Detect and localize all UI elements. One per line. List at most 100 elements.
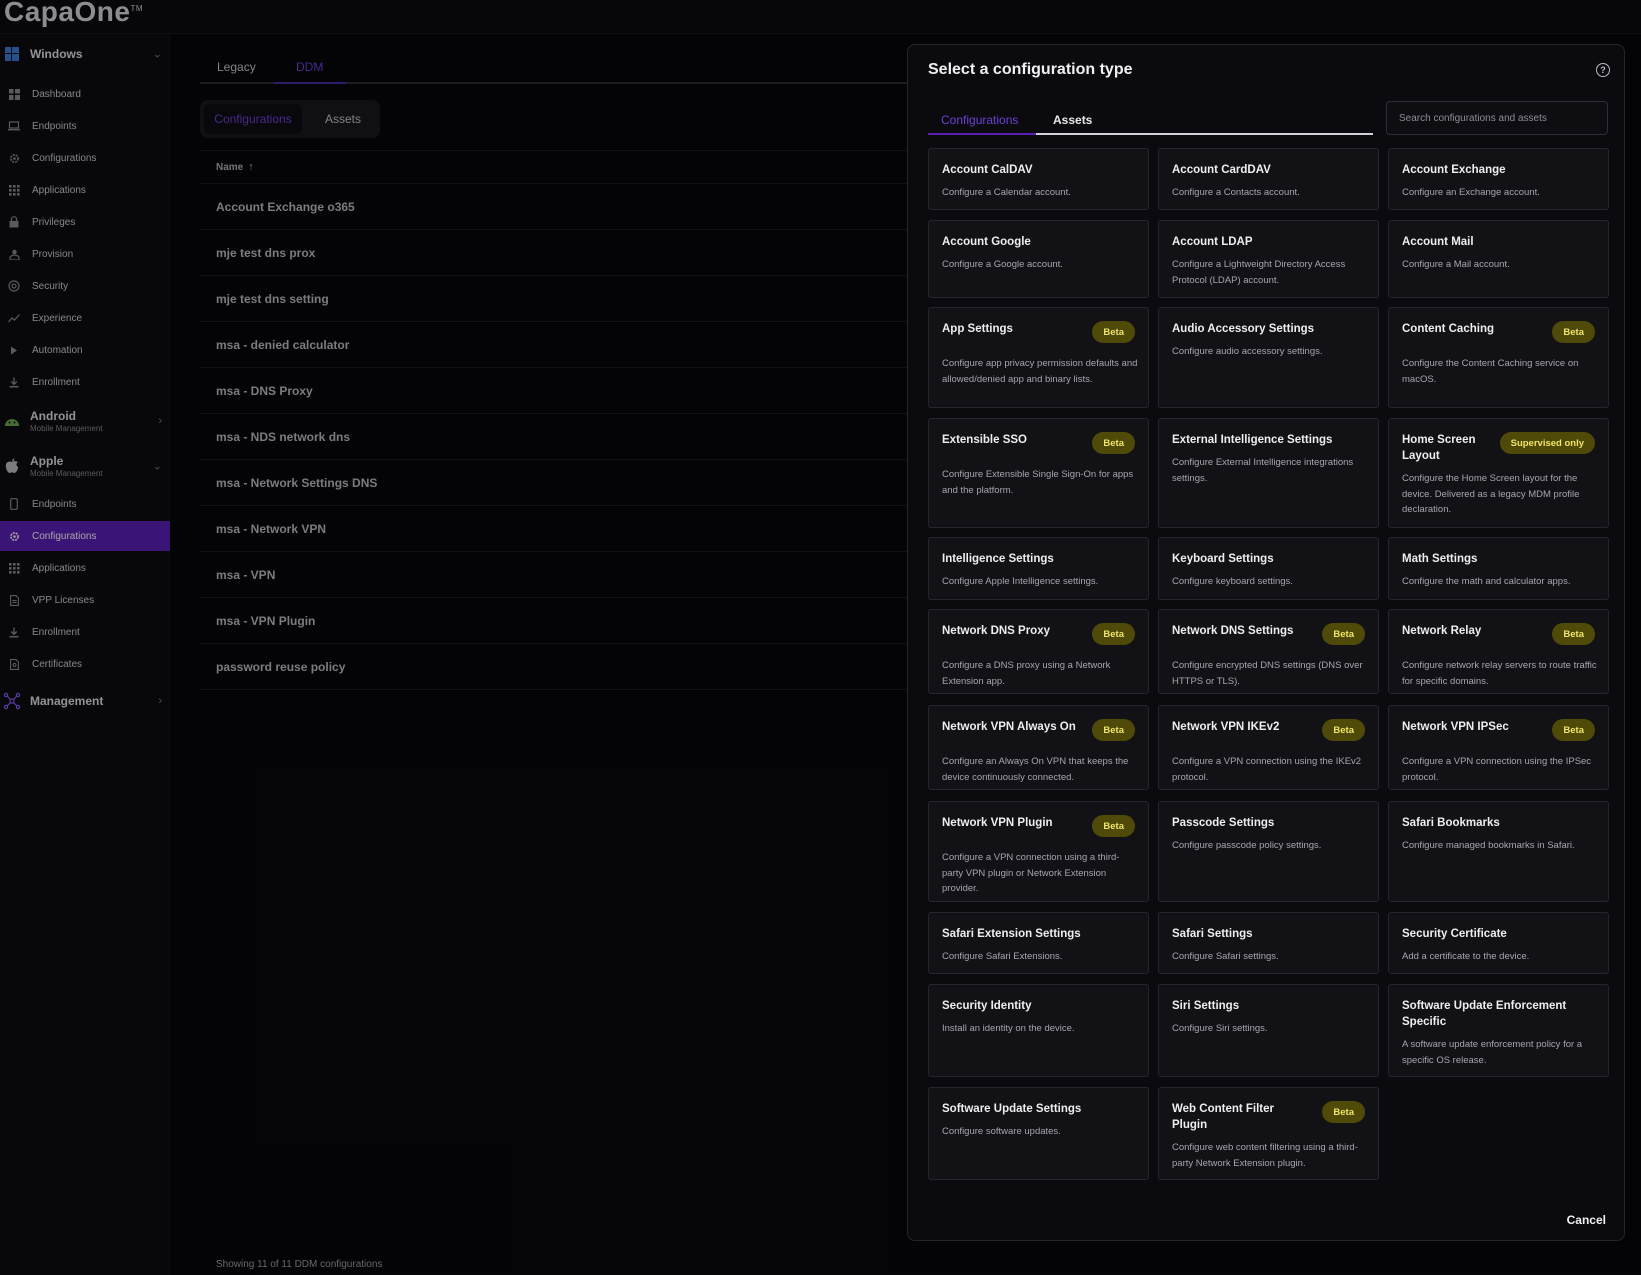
card-title: Passcode Settings [1172,817,1275,829]
config-card-security-identity[interactable]: Security Identity Install an identity on … [928,984,1149,1077]
card-title: Content Caching [1402,323,1494,335]
config-card-web-content-filter-plugin[interactable]: Web Content Filter Plugin Configure web c… [1158,1087,1379,1180]
card-description: Configure a DNS proxy using a Network Ex… [942,660,1111,687]
modal-tab-assets[interactable]: Assets [1053,113,1092,127]
card-title: Account Google [942,236,1031,248]
config-card-network-vpn-ikev2[interactable]: Network VPN IKEv2 Configure a VPN connect… [1158,705,1379,790]
config-card-network-vpn-plugin[interactable]: Network VPN Plugin Configure a VPN connec… [928,801,1149,902]
card-description: Configure a VPN connection using the IPS… [1402,756,1592,783]
help-icon[interactable]: ? [1596,63,1610,77]
cancel-button[interactable]: Cancel [1567,1213,1606,1227]
config-card-account-google[interactable]: Account Google Configure a Google account… [928,220,1149,298]
beta-badge: Beta [1552,321,1595,343]
card-description: Configure Apple Intelligence settings. [942,576,1099,587]
card-title: Math Settings [1402,553,1478,565]
card-title: Keyboard Settings [1172,553,1274,565]
config-card-intelligence-settings[interactable]: Intelligence Settings Configure Apple Int… [928,537,1149,600]
beta-badge: Beta [1322,623,1365,645]
beta-badge: Beta [1322,719,1365,741]
config-card-software-update-enforcement-specific[interactable]: Software Update Enforcement Specific A so… [1388,984,1609,1077]
card-description: Configure the math and calculator apps. [1402,576,1571,587]
modal-tab-underline [928,133,1036,135]
config-card-network-dns-settings[interactable]: Network DNS Settings Configure encrypted … [1158,609,1379,694]
card-description: Configure Siri settings. [1172,1023,1268,1034]
card-title: Account CardDAV [1172,164,1271,176]
beta-badge: Beta [1092,719,1135,741]
card-title: Audio Accessory Settings [1172,323,1315,335]
config-type-modal: Select a configuration type ? Configurat… [907,44,1625,1241]
config-card-app-settings[interactable]: App Settings Configure app privacy permis… [928,307,1149,408]
card-title: Extensible SSO [942,434,1028,446]
card-description: Configure software updates. [942,1126,1061,1137]
config-card-safari-bookmarks[interactable]: Safari Bookmarks Configure managed bookma… [1388,801,1609,902]
config-card-network-vpn-always-on[interactable]: Network VPN Always On Configure an Always… [928,705,1149,790]
card-description: Install an identity on the device. [942,1023,1075,1034]
modal-title: Select a configuration type [928,61,1133,78]
config-card-external-intelligence-settings[interactable]: External Intelligence Settings Configure … [1158,418,1379,528]
config-card-safari-extension-settings[interactable]: Safari Extension Settings Configure Safar… [928,912,1149,974]
card-description: Configure a VPN connection using a third… [942,852,1120,894]
card-description: Configure keyboard settings. [1172,576,1293,587]
card-title: Network DNS Proxy [942,625,1051,637]
config-card-network-vpn-ipsec[interactable]: Network VPN IPSec Configure a VPN connect… [1388,705,1609,790]
card-description: Add a certificate to the device. [1402,951,1530,962]
modal-tab-configurations[interactable]: Configurations [941,113,1018,127]
card-description: Configure an Exchange account. [1402,187,1540,198]
config-card-network-dns-proxy[interactable]: Network DNS Proxy Configure a DNS proxy u… [928,609,1149,694]
card-description: Configure a Contacts account. [1172,187,1300,198]
supervised-only-badge: Supervised only [1499,432,1595,454]
card-description: Configure passcode policy settings. [1172,840,1322,851]
config-card-security-certificate[interactable]: Security Certificate Add a certificate to… [1388,912,1609,974]
card-description: Configure a VPN connection using the IKE… [1172,756,1362,783]
card-description: Configure an Always On VPN that keeps th… [942,756,1129,783]
config-card-passcode-settings[interactable]: Passcode Settings Configure passcode poli… [1158,801,1379,902]
config-card-account-carddav[interactable]: Account CardDAV Configure a Contacts acco… [1158,148,1379,210]
config-card-software-update-settings[interactable]: Software Update Settings Configure softwa… [928,1087,1149,1180]
config-card-extensible-sso[interactable]: Extensible SSO Configure Extensible Singl… [928,418,1149,528]
card-description: Configure a Mail account. [1402,259,1510,270]
card-title: Network VPN IPSec [1402,721,1509,733]
config-card-siri-settings[interactable]: Siri Settings Configure Siri settings. [1158,984,1379,1077]
config-card-safari-settings[interactable]: Safari Settings Configure Safari settings… [1158,912,1379,974]
card-title: Network VPN Plugin [942,817,1053,829]
beta-badge: Beta [1092,623,1135,645]
card-title: Security Certificate [1402,928,1507,940]
card-description: Configure app privacy permission default… [942,358,1138,385]
card-title: Network VPN IKEv2 [1172,721,1280,733]
card-title: Network VPN Always On [942,721,1076,733]
card-description: Configure audio accessory settings. [1172,346,1323,357]
config-card-keyboard-settings[interactable]: Keyboard Settings Configure keyboard sett… [1158,537,1379,600]
card-description: Configure Extensible Single Sign-On for … [942,469,1134,496]
beta-badge: Beta [1552,623,1595,645]
card-description: Configure a Google account. [942,259,1063,270]
card-title: Safari Settings [1172,928,1253,940]
config-card-account-caldav[interactable]: Account CalDAV Configure a Calendar accou… [928,148,1149,210]
card-title: Account LDAP [1172,236,1253,248]
config-card-account-ldap[interactable]: Account LDAP Configure a Lightweight Dire… [1158,220,1379,298]
card-title: Security Identity [942,1000,1032,1012]
config-card-network-relay[interactable]: Network Relay Configure network relay ser… [1388,609,1609,694]
beta-badge: Beta [1322,1101,1365,1123]
card-title: Safari Bookmarks [1402,817,1500,829]
card-description: Configure encrypted DNS settings (DNS ov… [1172,660,1363,687]
config-card-audio-accessory-settings[interactable]: Audio Accessory Settings Configure audio … [1158,307,1379,408]
card-description: Configure a Calendar account. [942,187,1071,198]
card-description: Configure Safari settings. [1172,951,1279,962]
search-input[interactable] [1386,101,1608,135]
beta-badge: Beta [1552,719,1595,741]
config-card-account-exchange[interactable]: Account Exchange Configure an Exchange ac… [1388,148,1609,210]
beta-badge: Beta [1092,815,1135,837]
card-description: Configure the Content Caching service on… [1402,358,1579,385]
card-description: A software update enforcement policy for… [1402,1039,1583,1066]
card-title: Account Mail [1402,236,1474,248]
config-card-content-caching[interactable]: Content Caching Configure the Content Cac… [1388,307,1609,408]
card-title: Intelligence Settings [942,553,1054,565]
card-description: Configure External Intelligence integrat… [1172,457,1354,484]
card-description: Configure web content filtering using a … [1172,1142,1358,1169]
card-description: Configure managed bookmarks in Safari. [1402,840,1575,851]
config-card-math-settings[interactable]: Math Settings Configure the math and calc… [1388,537,1609,600]
beta-badge: Beta [1092,321,1135,343]
card-title: App Settings [942,323,1013,335]
config-card-home-screen-layout[interactable]: Home Screen Layout Configure the Home Scr… [1388,418,1609,528]
config-card-account-mail[interactable]: Account Mail Configure a Mail account. [1388,220,1609,298]
